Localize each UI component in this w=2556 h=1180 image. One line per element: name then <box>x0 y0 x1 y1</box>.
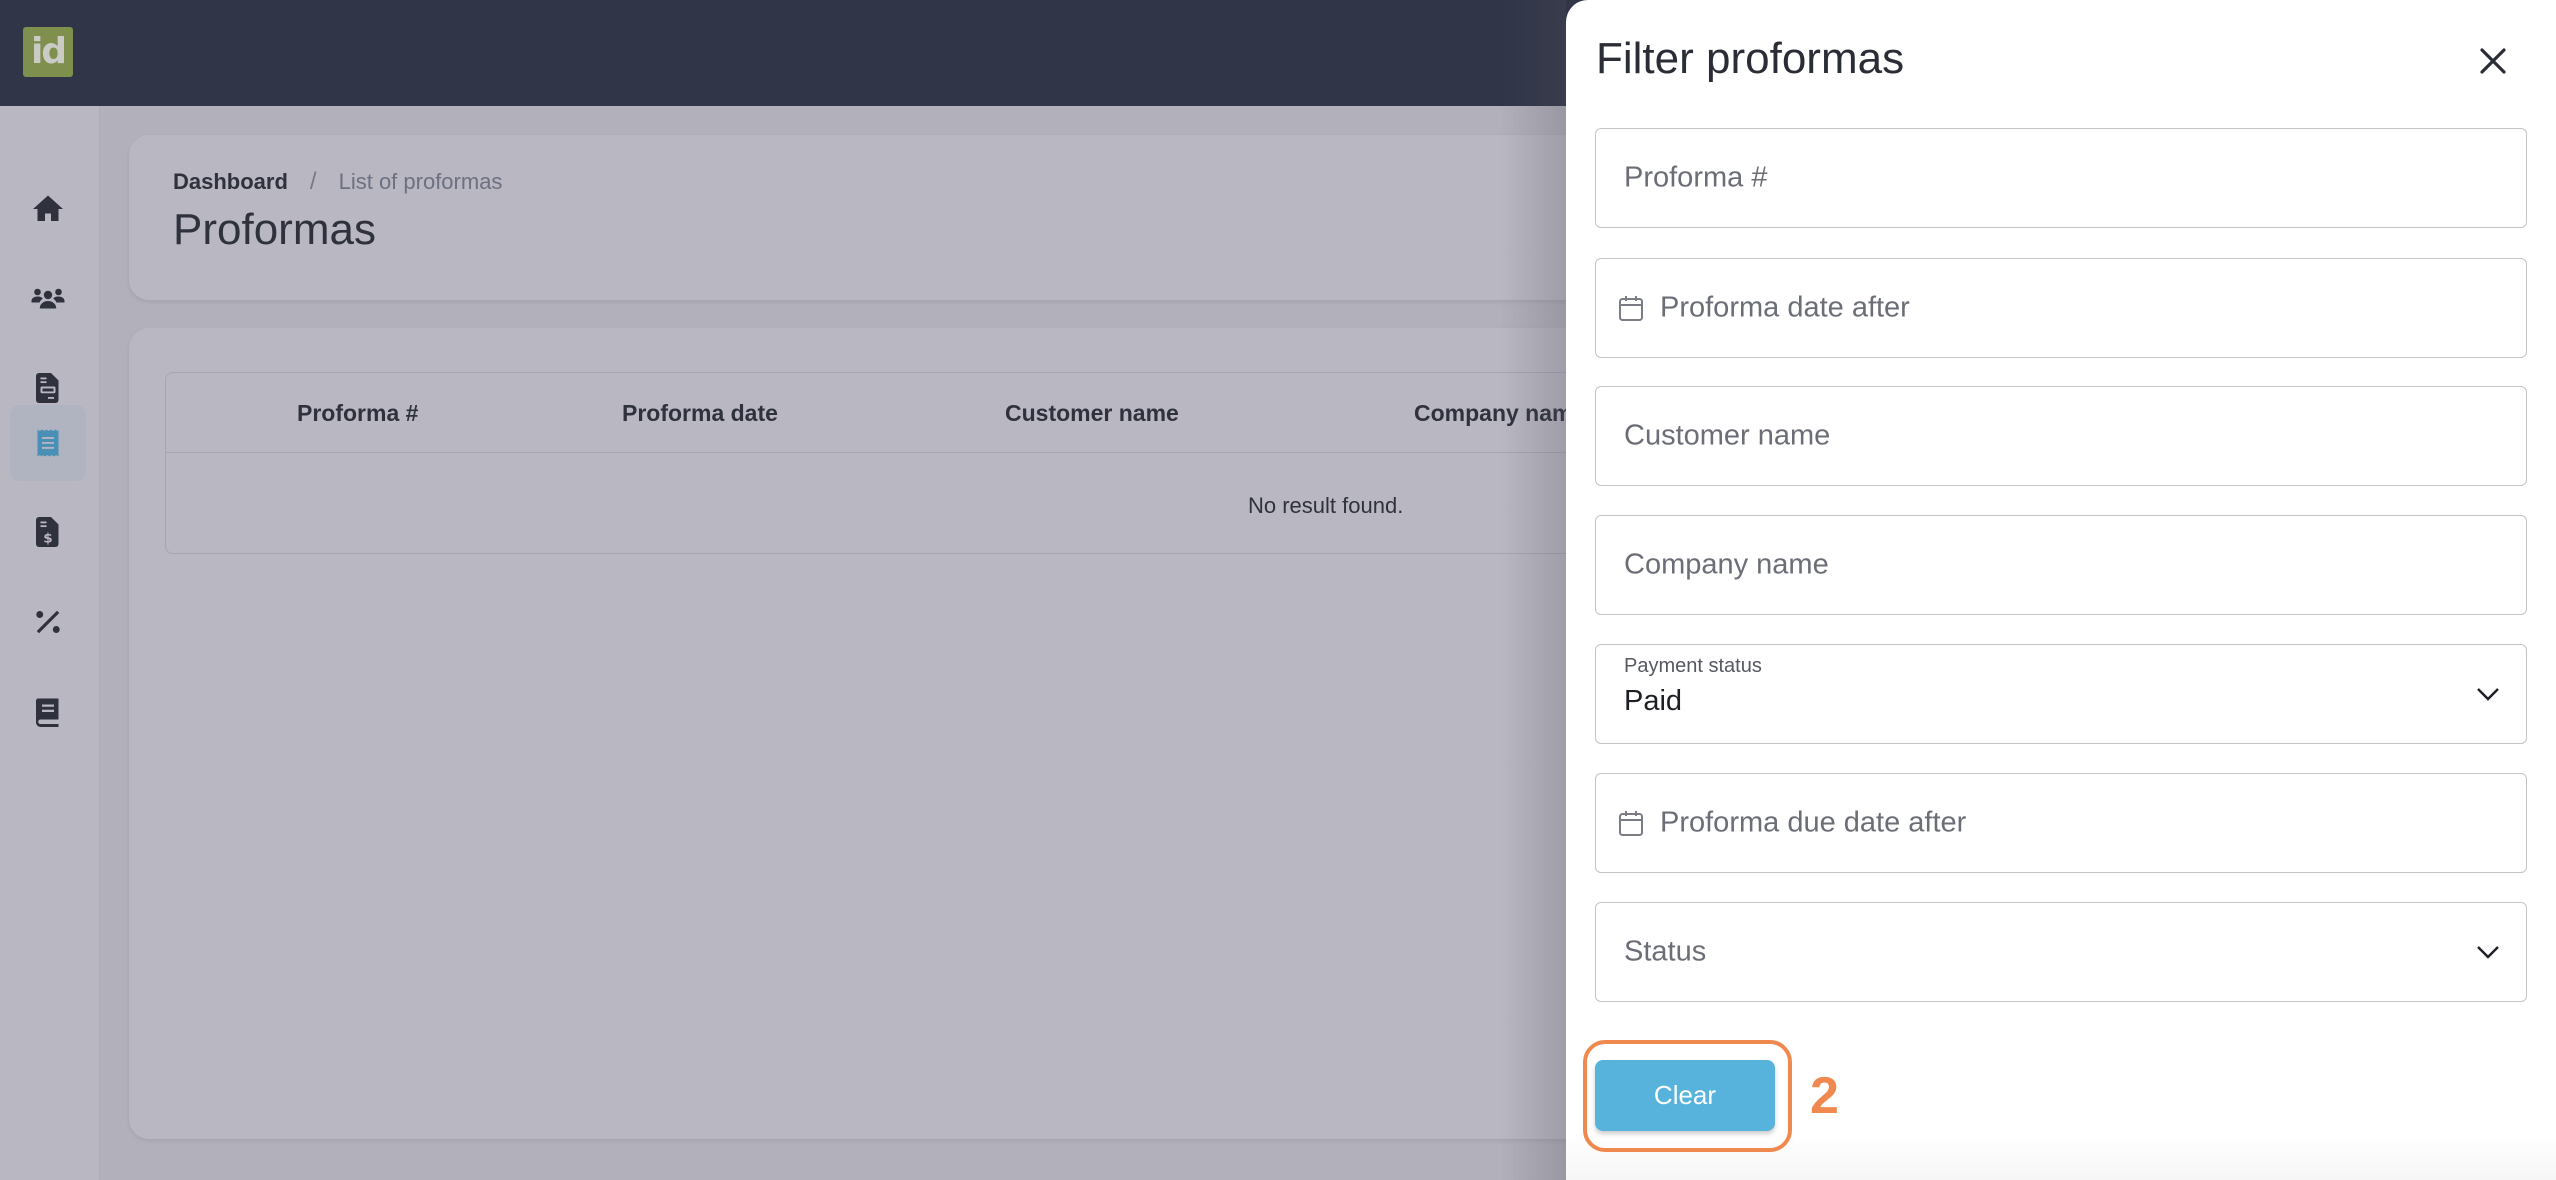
proforma-due-date-after-input[interactable]: Proforma due date after <box>1595 773 2527 873</box>
company-name-input[interactable]: Company name <box>1595 515 2527 615</box>
svg-text:$: $ <box>43 531 52 547</box>
customer-name-placeholder: Customer name <box>1624 419 1831 452</box>
calendar-icon <box>1619 296 1643 321</box>
proforma-date-after-placeholder: Proforma date after <box>1660 291 1910 324</box>
status-placeholder: Status <box>1624 935 1707 968</box>
proforma-due-date-after-placeholder: Proforma due date after <box>1660 806 1967 839</box>
table-header: Proforma # Proforma date Customer name C… <box>166 373 1664 453</box>
sidebar-item-invoices[interactable]: $ <box>10 494 86 570</box>
clear-button[interactable]: Clear <box>1595 1060 1775 1131</box>
proforma-date-after-input[interactable]: Proforma date after <box>1595 258 2527 358</box>
app-logo[interactable]: id <box>23 27 73 77</box>
proforma-number-input[interactable]: Proforma # <box>1595 128 2527 228</box>
page-title: Proformas <box>173 205 376 254</box>
breadcrumb-separator: / <box>309 168 317 195</box>
filter-panel: Filter proformas Proforma # Proforma dat… <box>1566 0 2556 1180</box>
payment-status-select[interactable]: Payment status Paid <box>1595 644 2527 744</box>
calendar-icon <box>1619 811 1643 836</box>
sidebar-item-catalog[interactable] <box>10 674 86 750</box>
book-icon <box>35 698 59 727</box>
proforma-number-placeholder: Proforma # <box>1624 161 1768 194</box>
breadcrumb-dashboard-link[interactable]: Dashboard <box>173 169 288 195</box>
sidebar-item-home[interactable] <box>10 171 86 247</box>
users-icon <box>31 288 65 309</box>
receipt-icon <box>37 429 59 457</box>
proformas-table: Proforma # Proforma date Customer name C… <box>165 372 1665 554</box>
filter-panel-title: Filter proformas <box>1596 34 1905 83</box>
payment-status-label: Payment status <box>1624 655 1762 677</box>
annotation-step-number: 2 <box>1810 1067 1839 1125</box>
column-header-customer-name[interactable]: Customer name <box>1005 400 1179 427</box>
document-icon <box>36 373 59 403</box>
invoice-dollar-icon: $ <box>36 517 59 547</box>
sidebar: $ <box>0 106 100 1180</box>
close-button[interactable] <box>2470 38 2516 84</box>
status-select[interactable]: Status <box>1595 902 2527 1002</box>
sidebar-item-proformas[interactable] <box>10 405 86 481</box>
payment-status-value: Paid <box>1624 685 1683 717</box>
breadcrumb-current: List of proformas <box>338 169 503 194</box>
chevron-down-icon <box>2477 688 2499 701</box>
company-name-placeholder: Company name <box>1624 548 1829 581</box>
empty-state-text: No result found. <box>1248 493 1404 518</box>
home-icon <box>33 195 63 221</box>
breadcrumb: Dashboard / List of proformas <box>173 168 502 196</box>
page-header: Dashboard / List of proformas Proformas <box>129 135 1629 300</box>
column-header-proforma-number[interactable]: Proforma # <box>297 400 418 427</box>
customer-name-input[interactable]: Customer name <box>1595 386 2527 486</box>
proformas-list-card: Proforma # Proforma date Customer name C… <box>129 328 1665 1139</box>
close-icon <box>2480 48 2506 74</box>
panel-shadow <box>1500 0 1566 1180</box>
sidebar-item-taxes[interactable] <box>10 584 86 660</box>
sidebar-item-customers[interactable] <box>10 260 86 336</box>
column-header-proforma-date[interactable]: Proforma date <box>622 400 778 427</box>
percent-icon <box>36 610 60 634</box>
chevron-down-icon <box>2477 946 2499 959</box>
